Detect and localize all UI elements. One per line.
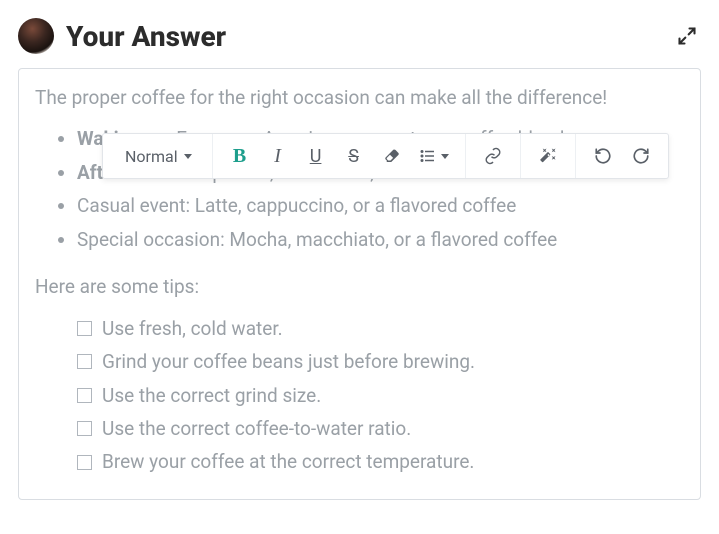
- list-icon: [419, 147, 437, 165]
- list-item: Grind your coffee beans just before brew…: [77, 345, 684, 378]
- redo-icon: [632, 147, 650, 165]
- format-label: Normal: [125, 147, 178, 166]
- page-title: Your Answer: [66, 20, 661, 53]
- check-list: Use fresh, cold water. Grind your coffee…: [35, 312, 684, 479]
- chevron-down-icon: [184, 154, 192, 159]
- underline-icon: U: [310, 146, 322, 167]
- tips-heading: Here are some tips:: [35, 272, 684, 301]
- list-item: Use the correct coffee-to-water ratio.: [77, 412, 684, 445]
- floating-toolbar: Normal B I U S: [102, 133, 669, 179]
- wand-icon: [539, 147, 557, 165]
- format-select[interactable]: Normal: [111, 147, 204, 166]
- link-button[interactable]: [474, 134, 512, 178]
- italic-icon: I: [274, 145, 281, 168]
- bold-icon: B: [233, 145, 246, 168]
- intro-text: The proper coffee for the right occasion…: [35, 83, 684, 112]
- list-item: Use fresh, cold water.: [77, 312, 684, 345]
- checkbox-icon[interactable]: [77, 321, 92, 336]
- strikethrough-icon: S: [348, 146, 359, 167]
- bold-button[interactable]: B: [221, 134, 259, 178]
- underline-button[interactable]: U: [297, 134, 335, 178]
- avatar: [18, 18, 54, 54]
- list-item: Casual event: Latte, cappuccino, or a fl…: [77, 189, 684, 222]
- eraser-icon: [383, 147, 401, 165]
- list-item: Use the correct grind size.: [77, 379, 684, 412]
- magic-button[interactable]: [529, 134, 567, 178]
- checkbox-icon[interactable]: [77, 354, 92, 369]
- redo-button[interactable]: [622, 134, 660, 178]
- list-button[interactable]: [411, 134, 457, 178]
- chevron-down-icon: [441, 154, 449, 159]
- expand-icon: [677, 26, 697, 46]
- clear-format-button[interactable]: [373, 134, 411, 178]
- answer-header: Your Answer: [18, 18, 701, 54]
- undo-icon: [594, 147, 612, 165]
- checkbox-icon[interactable]: [77, 388, 92, 403]
- list-item: Special occasion: Mocha, macchiato, or a…: [77, 223, 684, 256]
- list-item: Brew your coffee at the correct temperat…: [77, 445, 684, 478]
- checkbox-icon[interactable]: [77, 421, 92, 436]
- expand-button[interactable]: [673, 22, 701, 50]
- link-icon: [484, 147, 502, 165]
- italic-button[interactable]: I: [259, 134, 297, 178]
- checkbox-icon[interactable]: [77, 455, 92, 470]
- undo-button[interactable]: [584, 134, 622, 178]
- strikethrough-button[interactable]: S: [335, 134, 373, 178]
